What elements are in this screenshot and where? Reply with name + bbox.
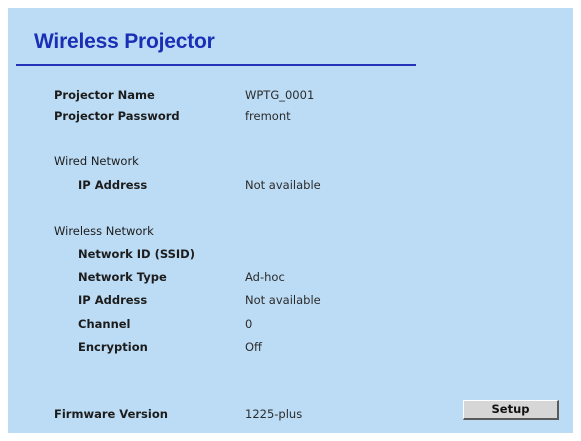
wireless-network-heading: Wireless Network xyxy=(54,224,154,238)
firmware-version-value: 1225-plus xyxy=(245,407,303,421)
channel-label: Channel xyxy=(78,317,131,331)
projector-password-label: Projector Password xyxy=(54,109,180,123)
firmware-version-label: Firmware Version xyxy=(54,407,168,421)
network-type-value: Ad-hoc xyxy=(245,270,285,284)
setup-button[interactable]: Setup xyxy=(463,400,559,420)
title-divider xyxy=(16,64,416,66)
wireless-ip-label: IP Address xyxy=(78,293,148,307)
ssid-label: Network ID (SSID) xyxy=(78,247,195,261)
status-panel: Wireless Projector Projector Name WPTG_0… xyxy=(8,8,573,433)
channel-value: 0 xyxy=(245,317,253,331)
page-title: Wireless Projector xyxy=(34,30,215,53)
wired-ip-label: IP Address xyxy=(78,178,148,192)
wired-ip-value: Not available xyxy=(245,178,321,192)
projector-name-value: WPTG_0001 xyxy=(245,88,315,102)
wired-network-heading: Wired Network xyxy=(54,154,139,168)
projector-password-value: fremont xyxy=(245,109,291,123)
network-type-label: Network Type xyxy=(78,270,167,284)
wireless-ip-value: Not available xyxy=(245,293,321,307)
encryption-label: Encryption xyxy=(78,340,148,354)
encryption-value: Off xyxy=(245,340,262,354)
projector-name-label: Projector Name xyxy=(54,88,155,102)
